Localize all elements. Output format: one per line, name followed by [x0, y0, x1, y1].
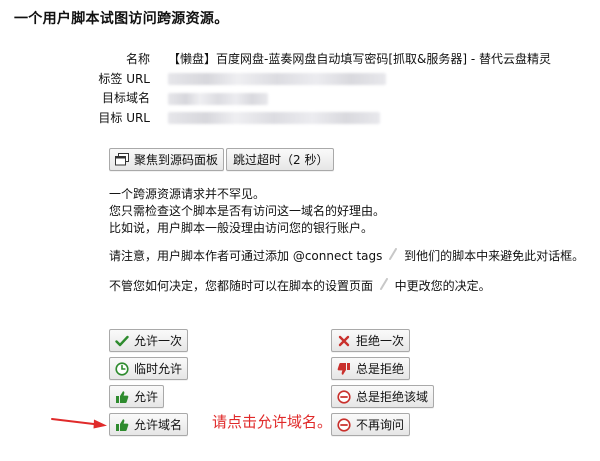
- message-line-2: 您只需检查这个脚本是否有访问这一域名的好理由。: [109, 204, 386, 218]
- script-info: 名称 【懒盘】百度网盘-蓝奏网盘自动填写密码[抓取&服务器] - 替代云盘精灵 …: [98, 50, 551, 128]
- skip-timeout-label: 跳过超时（2 秒）: [233, 153, 329, 167]
- never-ask-button[interactable]: 不再询问: [331, 413, 411, 436]
- connect-tag-note: 请注意，用户脚本作者可通过添加 @connect tags 到他们的脚本中来避免…: [109, 248, 584, 265]
- minus-circle-icon: [336, 389, 351, 404]
- explanation-text: 一个跨源资源请求并不罕见。 您只需检查这个脚本是否有访问这一域名的好理由。 比如…: [109, 186, 385, 237]
- allow-once-label: 允许一次: [134, 334, 183, 348]
- thumbs-down-icon: [336, 361, 351, 376]
- name-label: 名称: [125, 52, 150, 66]
- deny-once-button[interactable]: 拒绝一次: [331, 329, 411, 352]
- message-line-5b: 中更改您的决定。: [394, 279, 491, 293]
- target-domain-value-redacted: [168, 89, 268, 109]
- target-domain-label: 目标域名: [101, 91, 150, 105]
- allow-label: 允许: [134, 390, 159, 404]
- target-url-label: 目标 URL: [98, 110, 150, 125]
- message-line-3: 比如说，用户脚本一般没理由访问您的银行账户。: [109, 221, 374, 235]
- tag-url-label: 标签 URL: [98, 71, 150, 86]
- pencil-icon: [379, 278, 389, 295]
- annotation-instruction: 请点击允许域名。: [212, 413, 333, 431]
- focus-source-panel-label: 聚焦到源码面板: [134, 153, 219, 167]
- message-line-4a: 请注意，用户脚本作者可通过添加 @connect tags: [109, 249, 383, 263]
- annotation-arrow-icon: [50, 415, 110, 434]
- checkmark-icon: [114, 333, 129, 348]
- cross-icon: [336, 333, 351, 348]
- allow-domain-button[interactable]: 允许域名: [109, 413, 189, 436]
- allow-domain-label: 允许域名: [134, 418, 183, 432]
- info-row-target-url: 目标 URL: [98, 109, 551, 129]
- clock-icon: [114, 361, 129, 376]
- message-line-4b: 到他们的脚本中来避免此对话框。: [404, 249, 585, 263]
- thumbs-up-icon: [114, 417, 129, 432]
- never-ask-label: 不再询问: [356, 418, 405, 432]
- script-name-value: 【懒盘】百度网盘-蓝奏网盘自动填写密码[抓取&服务器] - 替代云盘精灵: [168, 52, 552, 66]
- info-row-tag-url: 标签 URL: [98, 70, 551, 90]
- page-title: 一个用户脚本试图访问跨源资源。: [14, 11, 229, 27]
- always-deny-label: 总是拒绝: [356, 362, 405, 376]
- temporary-allow-button[interactable]: 临时允许: [109, 357, 189, 380]
- allow-once-button[interactable]: 允许一次: [109, 329, 189, 352]
- info-row-target-domain: 目标域名: [98, 89, 551, 109]
- thumbs-up-icon: [114, 389, 129, 404]
- temporary-allow-label: 临时允许: [134, 362, 183, 376]
- always-deny-button[interactable]: 总是拒绝: [331, 357, 411, 380]
- message-line-5a: 不管您如何决定，您都随时可以在脚本的设置页面: [109, 279, 374, 293]
- minus-circle-icon: [336, 417, 351, 432]
- info-row-name: 名称 【懒盘】百度网盘-蓝奏网盘自动填写密码[抓取&服务器] - 替代云盘精灵: [98, 50, 551, 70]
- skip-timeout-button[interactable]: 跳过超时（2 秒）: [226, 148, 335, 171]
- always-deny-domain-label: 总是拒绝该域: [356, 390, 429, 404]
- window-icon: [114, 152, 129, 167]
- pencil-icon: [388, 248, 398, 265]
- always-deny-domain-button[interactable]: 总是拒绝该域: [331, 385, 435, 408]
- allow-button[interactable]: 允许: [109, 385, 165, 408]
- target-url-value-redacted: [168, 109, 380, 129]
- settings-note: 不管您如何决定，您都随时可以在脚本的设置页面 中更改您的决定。: [109, 278, 491, 295]
- deny-once-label: 拒绝一次: [356, 334, 405, 348]
- tag-url-value-redacted: [168, 70, 386, 90]
- message-line-1: 一个跨源资源请求并不罕见。: [109, 187, 266, 201]
- focus-source-panel-button[interactable]: 聚焦到源码面板: [109, 148, 225, 171]
